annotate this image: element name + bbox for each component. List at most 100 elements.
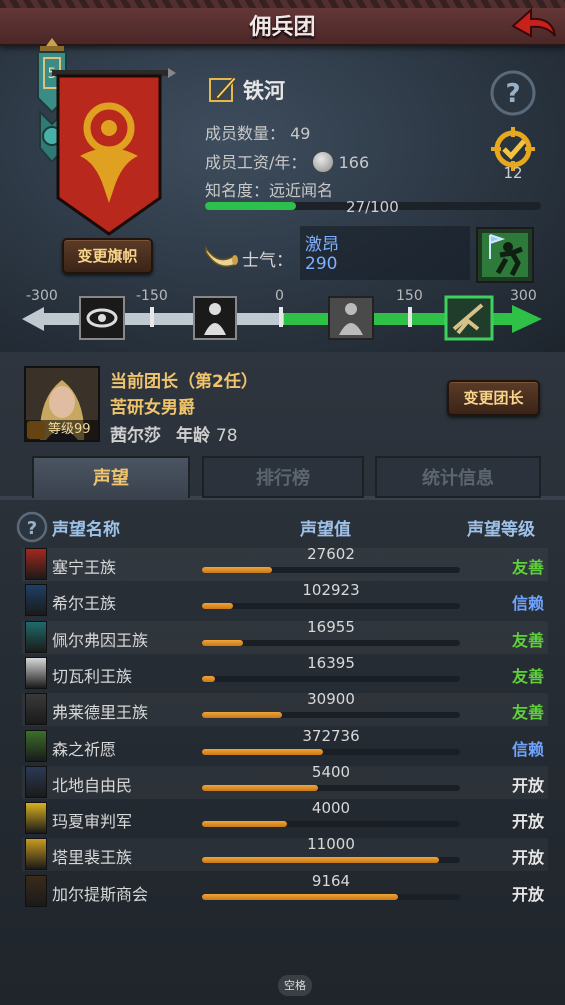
members-stat: 成员数量： 49 [205,120,310,144]
table-row[interactable]: 塔里裴王族 11000 开放 [22,835,548,872]
reputation-bar [202,639,460,646]
faction-name: 加尔提斯商会 [52,884,149,904]
reputation-value: 11000 [307,835,355,854]
reputation-value: 5400 [311,762,351,781]
captain-age: 年龄 78 [176,421,238,446]
fame-value: 远近闻名 [269,181,334,200]
captain-level: 等级99 [26,420,98,440]
reputation-value: 16955 [307,617,355,636]
table-row[interactable]: 森之祈愿 372736 信赖 [22,727,548,763]
change-banner-button[interactable]: 变更旗帜 [62,238,153,274]
reputation-bar-fill [202,821,288,828]
reputation-level: 开放 [511,884,544,904]
table-row[interactable]: 塞宁王族 27602 友善 [22,545,548,581]
faction-name: 佩尔弗因王族 [52,630,149,650]
faction-crest-icon [25,584,47,617]
reputation-level: 开放 [511,848,544,868]
faction-name: 希尔王族 [52,594,117,614]
reputation-help-icon[interactable]: ? [16,511,48,543]
reputation-bar-fill [202,603,233,610]
reputation-bar-fill [202,567,272,573]
horn-icon [204,242,238,270]
reputation-bar [202,675,460,682]
tab-leaderboard[interactable]: 排行榜 [202,456,364,498]
help-icon[interactable]: ? [490,70,536,116]
reputation-value: 27602 [307,545,355,563]
wage-value: 166 [338,153,370,172]
steady-figure-icon [328,296,374,340]
reputation-bar [202,821,460,828]
tab-statistics[interactable]: 统计信息 [375,456,541,498]
shaken-figure-icon [193,296,237,340]
fame-progress-text: 27/100 [346,198,399,216]
reputation-level: 友善 [511,703,544,723]
company-banner-icon[interactable] [52,68,176,236]
morale-word: 激昂 [305,235,339,255]
morale-label: 士气： [242,251,293,271]
header-reputation-level: 声望等级 [467,520,535,540]
wage-stat: 成员工资/年： 166 [205,149,369,173]
title-bar: 佣兵团 [0,0,565,46]
members-value: 49 [290,124,311,143]
morale-charge-icon[interactable] [476,227,534,283]
reputation-bar-fill [202,784,319,791]
morale-value: 290 [305,254,338,274]
rename-quill-icon[interactable] [208,73,238,103]
faction-crest-icon [25,765,47,798]
svg-text:?: ? [27,518,37,539]
confident-soldier-icon [444,295,494,341]
svg-text:?: ? [505,79,520,109]
fame-label: 知名度： [205,181,270,200]
reputation-value: 16395 [307,653,355,672]
faction-name: 切瓦利王族 [52,666,133,686]
faction-crest-icon [25,729,47,762]
fame-stat: 知名度：远近闻名 [205,177,333,201]
reputation-value: 4000 [311,799,351,818]
reputation-bar-fill [202,748,324,755]
reputation-bar-fill [202,857,440,864]
faction-crest-icon [25,620,47,653]
faction-crest-icon [25,874,47,907]
reputation-bar-fill [202,893,399,900]
reputation-value: 102923 [302,581,360,600]
reputation-level: 友善 [511,666,544,686]
tab-reputation[interactable]: 声望 [32,456,190,498]
faction-crest-icon [25,838,47,871]
members-label: 成员数量： [205,124,286,143]
table-row[interactable]: 加尔提斯商会 9164 开放 [22,872,548,908]
reputation-bar [202,712,460,719]
faction-name: 北地自由民 [52,775,133,795]
captain-name: 茜尔莎 [110,426,161,446]
company-name: 铁河 [243,79,285,103]
reputation-bar [202,893,460,900]
table-row[interactable]: 切瓦利王族 16395 友善 [22,653,548,690]
reputation-level: 开放 [511,812,544,832]
captain-title: 当前团长（第2任） [110,372,258,392]
table-row[interactable]: 北地自由民 5400 开放 [22,762,548,799]
change-captain-button[interactable]: 变更团长 [447,380,540,416]
reputation-bar-fill [202,712,282,719]
reputation-bar [202,603,460,610]
header-reputation-name: 声望名称 [52,520,120,540]
back-arrow-icon[interactable] [509,4,557,42]
wage-label: 成员工资/年： [205,153,307,172]
age-label: 年龄 [176,426,210,446]
faction-crest-icon [25,656,47,689]
reputation-level: 信赖 [511,739,544,759]
reputation-level: 友善 [511,630,544,650]
reputation-bar [202,748,460,755]
header-reputation-value: 声望值 [300,520,351,540]
faction-name: 弗莱德里王族 [52,703,149,723]
page-title: 佣兵团 [249,15,316,40]
reputation-level: 信赖 [511,594,544,614]
table-row[interactable]: 弗莱德里王族 30900 友善 [22,690,548,727]
fame-level-value: 12 [503,164,523,182]
captain-trait: 苦研女男爵 [110,398,195,418]
reputation-level: 友善 [511,558,544,577]
faction-crest-icon [25,802,47,835]
faction-name: 塞宁王族 [52,558,117,577]
morale-scale [22,295,542,341]
table-row[interactable]: 希尔王族 102923 信赖 [22,581,548,617]
table-row[interactable]: 玛夏审判军 4000 开放 [22,799,548,835]
table-row[interactable]: 佩尔弗因王族 16955 友善 [22,617,548,654]
